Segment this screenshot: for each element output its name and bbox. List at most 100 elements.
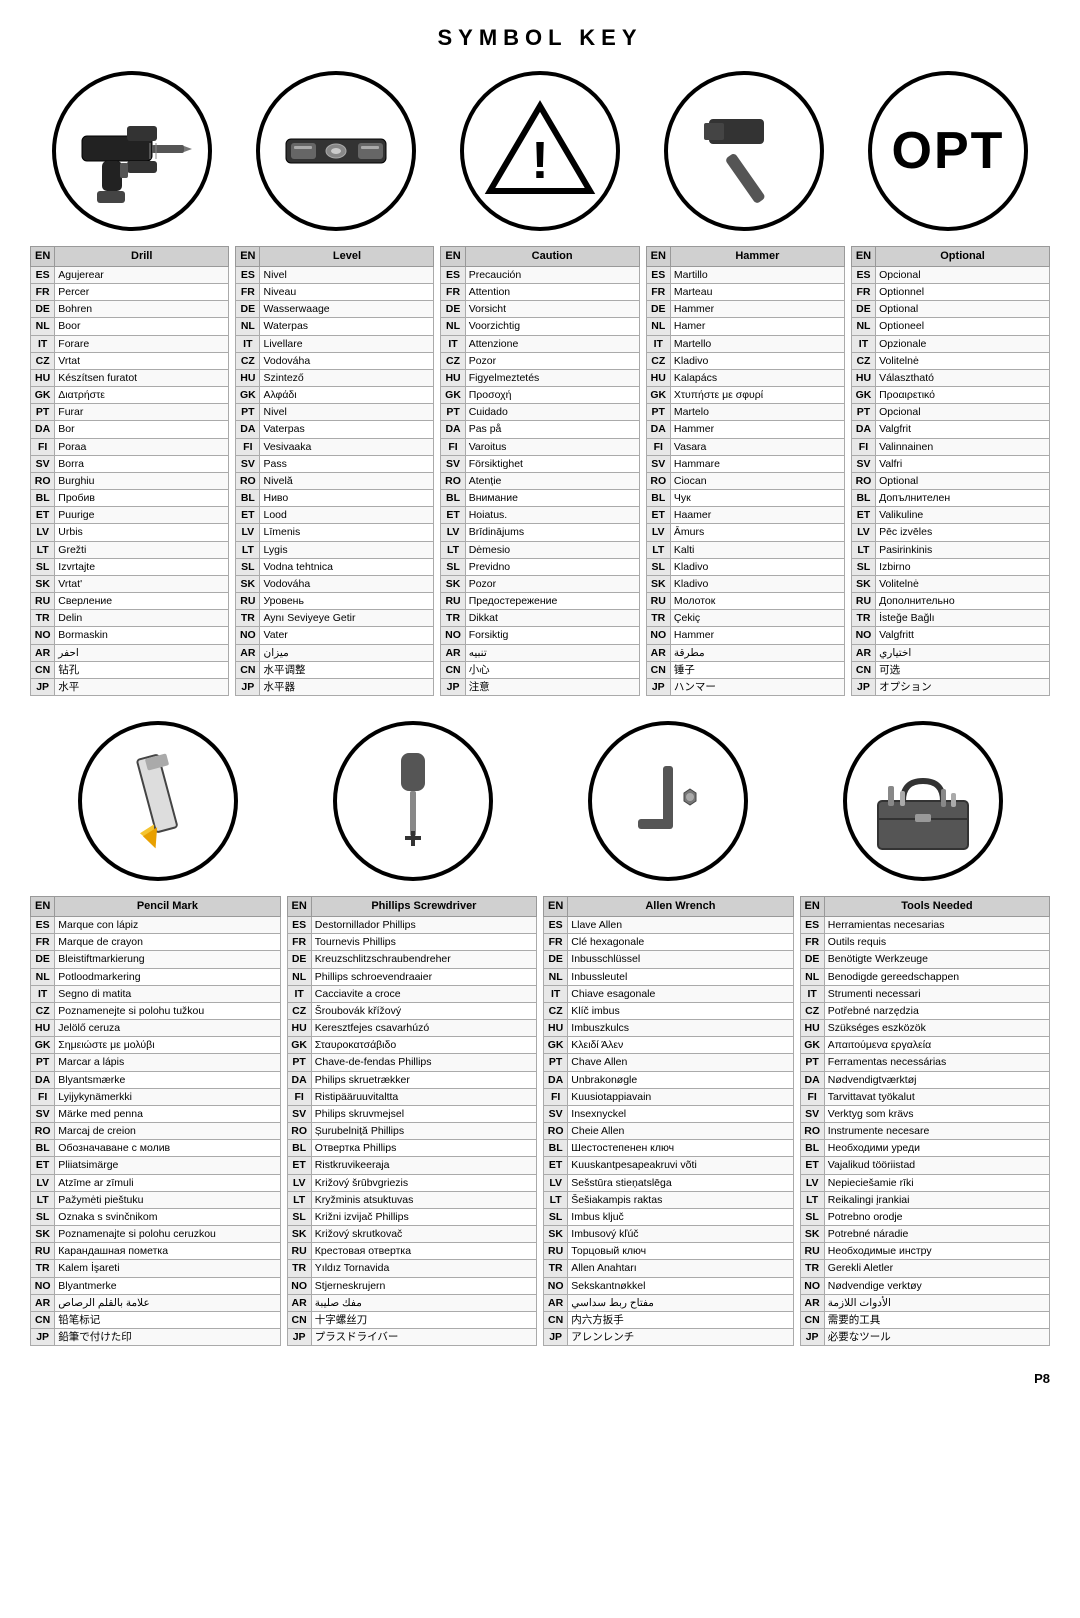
translation-cell: Hamer	[670, 318, 844, 335]
translation-cell: Precaución	[465, 266, 639, 283]
lang-code-cell: LT	[31, 1191, 55, 1208]
translation-cell: Χτυπήστε με σφυρί	[670, 387, 844, 404]
translation-cell: Необходимые инстру	[824, 1243, 1049, 1260]
table-row: GKΣημειώστε με μολύβι	[31, 1037, 281, 1054]
translation-cell: Potrebné náradie	[824, 1226, 1049, 1243]
table-row: BLШестостепенен ключ	[544, 1140, 794, 1157]
lang-code-cell: PT	[544, 1054, 568, 1071]
translation-cell: Herramientas necesarias	[824, 916, 1049, 933]
lang-code-cell: ET	[236, 507, 260, 524]
lang-code-cell: IT	[31, 985, 55, 1002]
translation-cell: Grežti	[55, 541, 229, 558]
table-row: SLImbus ključ	[544, 1208, 794, 1225]
translation-cell: Bor	[55, 421, 229, 438]
lang-code-cell: BL	[31, 1140, 55, 1157]
top-tables: ENDrillESAgujerearFRPercerDEBohrenNLBoor…	[30, 246, 1050, 696]
lang-code-cell: PT	[31, 1054, 55, 1071]
lang-code-cell: SV	[236, 455, 260, 472]
translation-cell: Volitelnė	[876, 352, 1050, 369]
lang-code-cell: RU	[287, 1243, 311, 1260]
translation-cell: Vater	[260, 627, 434, 644]
lang-code-cell: NO	[544, 1277, 568, 1294]
lang-code-cell: AR	[31, 644, 55, 661]
table-row: RUПредостережение	[441, 593, 639, 610]
table-row: ETLood	[236, 507, 434, 524]
lang-code-cell: JP	[441, 678, 465, 695]
lang-code-cell: IT	[800, 985, 824, 1002]
table-row: NLInbussleutel	[544, 968, 794, 985]
table-row: NLBenodigde gereedschappen	[800, 968, 1050, 985]
lang-header: EN	[287, 897, 311, 917]
lang-code-cell: FR	[544, 934, 568, 951]
icons-row-2	[30, 721, 1050, 881]
translation-cell: Opcional	[876, 404, 1050, 421]
translation-cell: الأدوات اللازمة	[824, 1294, 1049, 1311]
lang-code-cell: SL	[31, 1208, 55, 1225]
lang-header: EN	[236, 247, 260, 267]
lang-code-cell: AR	[646, 644, 670, 661]
table-row: ETVajalikud tööriistad	[800, 1157, 1050, 1174]
lang-code-cell: LT	[441, 541, 465, 558]
translation-cell: İsteğe Bağlı	[876, 610, 1050, 627]
translation-cell: Szükséges eszközök	[824, 1020, 1049, 1037]
lang-code-cell: CN	[31, 661, 55, 678]
lang-code-cell: CN	[236, 661, 260, 678]
lang-code-cell: NL	[544, 968, 568, 985]
lang-code-cell: SL	[236, 558, 260, 575]
translation-cell: Σταυροκατσάβιδο	[311, 1037, 536, 1054]
lang-code-cell: PT	[236, 404, 260, 421]
lang-code-cell: SV	[544, 1105, 568, 1122]
lang-code-cell: AR	[287, 1294, 311, 1311]
table-row: PTMarcar a lápis	[31, 1054, 281, 1071]
table-row: NLPhillips schroevendraaier	[287, 968, 537, 985]
translation-cell: Izbirno	[876, 558, 1050, 575]
translation-cell: Pozor	[465, 352, 639, 369]
table-row: PTChave Allen	[544, 1054, 794, 1071]
lang-code-cell: SV	[851, 455, 875, 472]
table-row: ITCacciavite a croce	[287, 985, 537, 1002]
table-row: DAValgfrit	[851, 421, 1049, 438]
table-row: ESNivel	[236, 266, 434, 283]
table-row: LTDėmesio	[441, 541, 639, 558]
lang-code-cell: LV	[800, 1174, 824, 1191]
lang-code-cell: ET	[851, 507, 875, 524]
drill-icon	[52, 71, 212, 231]
translation-cell: علامة بالقلم الرصاص	[55, 1294, 280, 1311]
translation-cell: Bleistiftmarkierung	[55, 951, 280, 968]
translation-cell: Kreuzschlitzschraubendreher	[311, 951, 536, 968]
translation-cell: Крестовая отвертка	[311, 1243, 536, 1260]
lang-code-cell: RO	[544, 1123, 568, 1140]
translation-cell: 必要なツール	[824, 1329, 1049, 1346]
table-row: TRAllen Anahtarı	[544, 1260, 794, 1277]
translation-cell: Philips skruetrækker	[311, 1071, 536, 1088]
lang-code-cell: LV	[31, 1174, 55, 1191]
optional-icon: OPT	[868, 71, 1028, 231]
table-row: DEWasserwaage	[236, 301, 434, 318]
translation-cell: Križni izvijač Phillips	[311, 1208, 536, 1225]
table-row: RUКрестовая отвертка	[287, 1243, 537, 1260]
lang-code-cell: RU	[236, 593, 260, 610]
table-row: ITForare	[31, 335, 229, 352]
lang-code-cell: CN	[544, 1311, 568, 1328]
lang-code-cell: ES	[800, 916, 824, 933]
table-optional: ENOptionalESOpcionalFROptionnelDEOptiona…	[851, 246, 1050, 696]
lang-code-cell: NO	[441, 627, 465, 644]
translation-cell: Imbus ključ	[568, 1208, 793, 1225]
svg-text:!: !	[531, 132, 548, 190]
translation-cell: Lyijykynämerkki	[55, 1088, 280, 1105]
lang-code-cell: TR	[31, 1260, 55, 1277]
table-row: ARاحفر	[31, 644, 229, 661]
table-row: SVVerktyg som krävs	[800, 1105, 1050, 1122]
translation-cell: Kladivo	[670, 352, 844, 369]
table-row: ESAgujerear	[31, 266, 229, 283]
translation-cell: Chave-de-fendas Phillips	[311, 1054, 536, 1071]
table-row: DANødvendigtværktøj	[800, 1071, 1050, 1088]
word-header: Allen Wrench	[568, 897, 793, 917]
table-row: NOHammer	[646, 627, 844, 644]
lang-code-cell: RO	[287, 1123, 311, 1140]
lang-code-cell: CZ	[31, 352, 55, 369]
word-header: Optional	[876, 247, 1050, 267]
translation-cell: Обозначаване с молив	[55, 1140, 280, 1157]
translation-cell: Προαιρετικό	[876, 387, 1050, 404]
translation-cell: Imbuszkulcs	[568, 1020, 793, 1037]
